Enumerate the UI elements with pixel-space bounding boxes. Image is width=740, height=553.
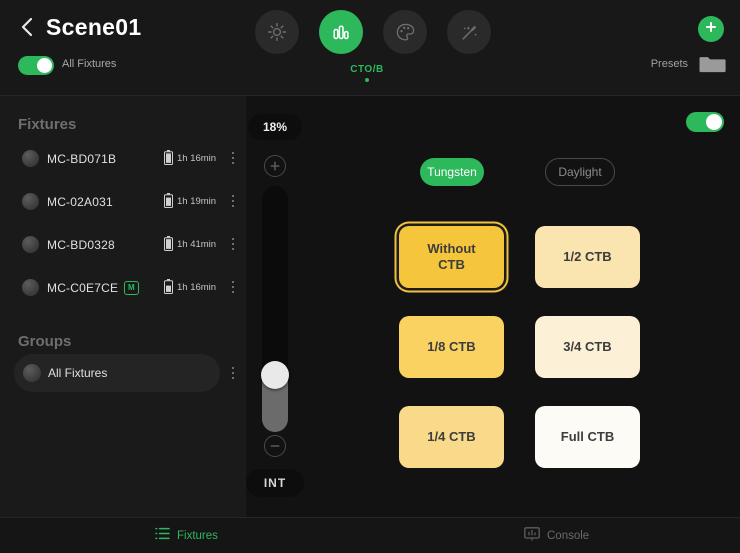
fixture-name: MC-BD071B — [47, 152, 117, 166]
mode-button-effects[interactable] — [447, 10, 491, 54]
fixture-name: MC-C0E7CE — [47, 281, 119, 295]
ctb-option-half-ctb[interactable]: 1/2 CTB — [535, 226, 640, 288]
mode-icon-group — [255, 10, 491, 54]
fixture-name: MC-02A031 — [47, 195, 113, 209]
kebab-menu-icon[interactable] — [226, 192, 240, 210]
plus-circle-icon[interactable] — [264, 155, 286, 177]
intensity-slider-knob[interactable] — [261, 361, 289, 389]
battery-time: 1h 16min — [177, 153, 217, 164]
mode-button-brightness[interactable] — [255, 10, 299, 54]
fixture-status-dot — [22, 279, 39, 296]
bar-chart-icon — [331, 22, 351, 42]
active-mode-label: CTO/B — [350, 64, 384, 75]
ctb-panel-toggle[interactable] — [686, 112, 724, 132]
fixture-status-dot — [22, 150, 39, 167]
magic-wand-icon — [459, 22, 480, 43]
fixture-row[interactable]: MC-BD0328 1h 41min — [0, 227, 246, 263]
intensity-mode-button[interactable]: INT — [246, 469, 304, 497]
battery-icon — [164, 279, 173, 294]
tab-fixtures-label: Fixtures — [177, 530, 218, 542]
bottom-navigation: Fixtures Console — [0, 517, 740, 553]
app-header: Scene01 CTO/B All Fixtures Presets — [0, 0, 740, 96]
ctb-option-without-ctb[interactable]: Without CTB — [399, 226, 504, 288]
white-balance-tungsten[interactable]: Tungsten — [420, 158, 484, 186]
add-button[interactable] — [698, 16, 724, 42]
sidebar-section-groups-title: Groups — [18, 333, 72, 350]
tab-console[interactable]: Console — [524, 526, 589, 546]
ctb-options-grid: Without CTB 1/2 CTB 1/8 CTB 3/4 CTB 1/4 C… — [399, 226, 677, 468]
all-fixtures-toggle[interactable] — [18, 56, 54, 75]
list-icon — [155, 527, 170, 545]
fixture-status-dot — [22, 193, 39, 210]
mode-button-ctob[interactable] — [319, 10, 363, 54]
kebab-menu-icon[interactable] — [226, 149, 240, 167]
intensity-slider-track[interactable] — [262, 186, 288, 432]
kebab-menu-icon[interactable] — [226, 278, 240, 296]
fixture-row[interactable]: MC-C0E7CE M 1h 16min — [0, 270, 246, 306]
battery-icon — [164, 193, 173, 208]
page-title: Scene01 — [46, 14, 142, 40]
fixture-row[interactable]: MC-02A031 1h 19min — [0, 184, 246, 220]
palette-icon — [395, 22, 416, 43]
battery-time: 1h 41min — [177, 239, 217, 250]
group-name: All Fixtures — [48, 366, 108, 380]
fixture-name: MC-BD0328 — [47, 238, 115, 252]
ctb-option-three-quarter-ctb[interactable]: 3/4 CTB — [535, 316, 640, 378]
ctb-option-quarter-ctb[interactable]: 1/4 CTB — [399, 406, 504, 468]
kebab-menu-icon[interactable] — [226, 235, 240, 253]
all-fixtures-label: All Fixtures — [62, 58, 117, 70]
battery-time: 1h 16min — [177, 282, 217, 293]
fixtures-sidebar: Fixtures Groups MC-BD071B 1h 16min MC-02… — [0, 96, 246, 517]
mode-button-color[interactable] — [383, 10, 427, 54]
console-monitor-icon — [524, 526, 540, 546]
battery-icon — [164, 150, 173, 165]
battery-icon — [164, 236, 173, 251]
fixture-row[interactable]: MC-BD071B 1h 16min — [0, 141, 246, 177]
ctb-option-eighth-ctb[interactable]: 1/8 CTB — [399, 316, 504, 378]
tab-fixtures[interactable]: Fixtures — [155, 526, 218, 546]
kebab-menu-icon[interactable] — [226, 364, 240, 382]
group-row-all-fixtures[interactable]: All Fixtures — [14, 354, 220, 392]
folder-icon[interactable] — [698, 54, 726, 74]
back-chevron-icon[interactable] — [14, 14, 40, 40]
minus-circle-icon[interactable] — [264, 435, 286, 457]
brightness-sun-icon — [267, 22, 287, 42]
presets-label: Presets — [650, 58, 688, 70]
group-status-dot — [23, 364, 41, 382]
white-balance-daylight[interactable]: Daylight — [545, 158, 615, 186]
tab-console-label: Console — [547, 530, 590, 542]
active-mode-dot — [365, 78, 369, 82]
fixture-status-dot — [22, 236, 39, 253]
plus-icon — [704, 20, 718, 39]
battery-time: 1h 19min — [177, 196, 217, 207]
fixture-badge: M — [124, 281, 139, 295]
ctb-option-full-ctb[interactable]: Full CTB — [535, 406, 640, 468]
intensity-percent-badge: 18% — [248, 114, 302, 140]
sidebar-section-fixtures-title: Fixtures — [18, 116, 77, 133]
